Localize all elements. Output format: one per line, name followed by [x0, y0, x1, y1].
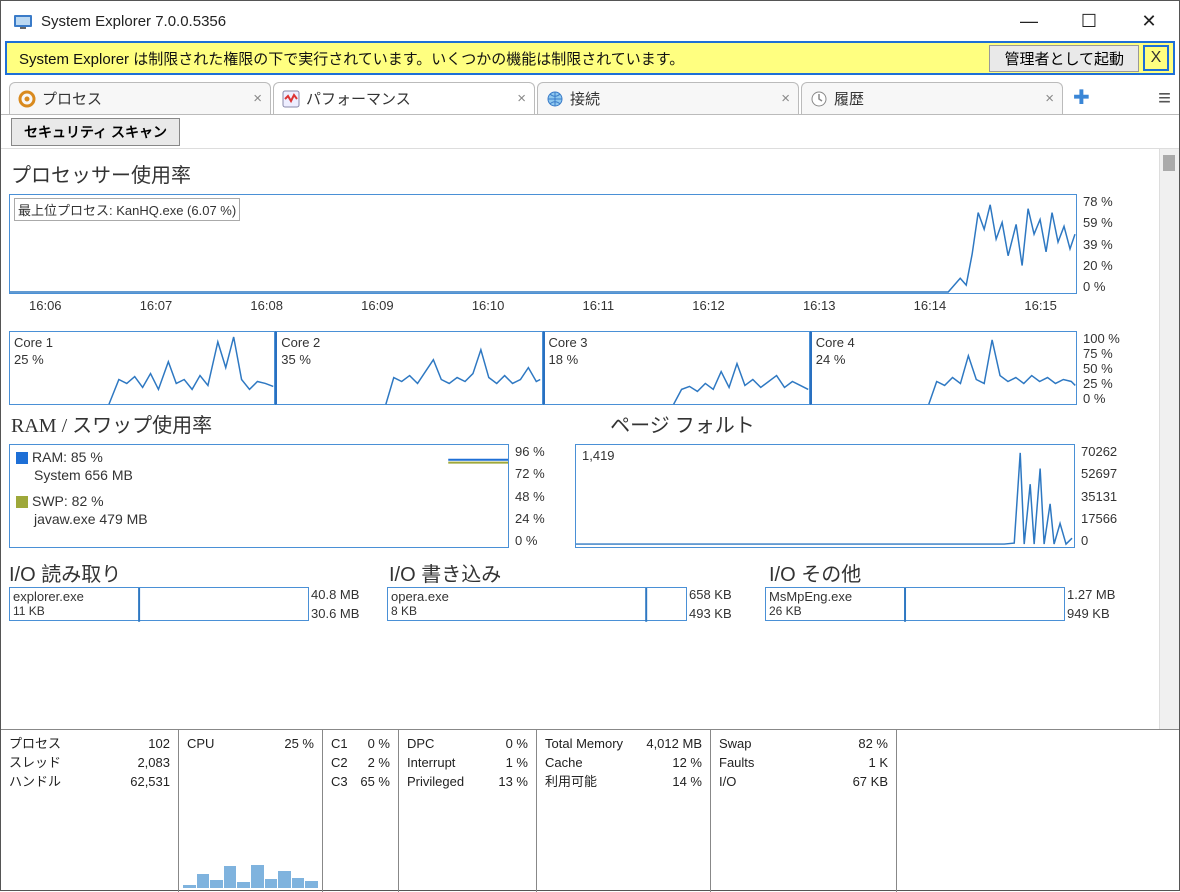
ram-yaxis: 96 %72 %48 %24 %0 % — [509, 444, 559, 548]
tab-label: 履歴 — [834, 88, 864, 109]
cpu-usage-chart[interactable]: 最上位プロセス: KanHQ.exe (6.07 %) — [9, 194, 1077, 294]
banner-close-button[interactable]: X — [1143, 45, 1169, 71]
core1-chart[interactable]: Core 125 % — [9, 331, 275, 405]
performance-panel: プロセッサー使用率 最上位プロセス: KanHQ.exe (6.07 %) 78… — [1, 149, 1179, 729]
security-scan-button[interactable]: セキュリティ スキャン — [11, 118, 180, 146]
cpu-yaxis: 78 % 59 % 39 % 20 % 0 % — [1077, 194, 1132, 294]
ram-swap-chart[interactable]: RAM: 85 % System 656 MB SWP: 82 % javaw.… — [9, 444, 509, 548]
minimize-button[interactable] — [999, 1, 1059, 41]
ram-section-title: RAM / スワップ使用率 — [11, 409, 212, 438]
scroll-thumb[interactable] — [1163, 155, 1175, 171]
io-read-title: I/O 読み取り — [9, 558, 389, 587]
tab-bar: プロセス × パフォーマンス × 接続 × 履歴 × ✚ ≡ — [1, 75, 1179, 115]
tab-processes[interactable]: プロセス × — [9, 82, 271, 114]
window-title: System Explorer 7.0.0.5356 — [41, 13, 226, 30]
core4-chart[interactable]: Core 424 % — [810, 331, 1077, 405]
cpu-section-title: プロセッサー使用率 — [11, 159, 1171, 188]
tab-label: 接続 — [570, 88, 600, 109]
title-bar: System Explorer 7.0.0.5356 — [1, 1, 1179, 41]
status-bar: プロセス102 スレッド2,083 ハンドル62,531 CPU25 % C10… — [1, 729, 1179, 892]
app-icon — [13, 11, 33, 31]
run-as-admin-button[interactable]: 管理者として起動 — [989, 45, 1139, 72]
tab-label: パフォーマンス — [306, 88, 411, 109]
maximize-button[interactable] — [1059, 1, 1119, 41]
limited-privilege-banner: System Explorer は制限された権限の下で実行されています。いくつか… — [5, 41, 1175, 75]
io-other-chart[interactable]: MsMpEng.exe26 KB — [765, 587, 1065, 621]
toolbar: セキュリティ スキャン — [1, 115, 1179, 149]
cpu-sparkbar — [183, 862, 318, 888]
menu-icon[interactable]: ≡ — [1158, 85, 1171, 111]
status-col-swap-io: Swap82 % Faults1 K I/O67 KB — [711, 730, 897, 892]
add-tab-button[interactable]: ✚ — [1073, 85, 1090, 110]
core2-chart[interactable]: Core 235 % — [275, 331, 542, 405]
performance-icon — [282, 90, 300, 108]
clock-icon — [810, 90, 828, 108]
globe-icon — [546, 90, 564, 108]
tab-label: プロセス — [42, 88, 102, 109]
cores-charts: Core 125 % Core 235 % Core 318 % Core 42… — [9, 331, 1077, 405]
core3-chart[interactable]: Core 318 % — [543, 331, 810, 405]
io-other-title: I/O その他 — [769, 558, 861, 587]
gear-icon — [18, 90, 36, 108]
tab-close-icon[interactable]: × — [781, 90, 790, 107]
status-col-processes: プロセス102 スレッド2,083 ハンドル62,531 — [1, 730, 179, 892]
status-col-memory: Total Memory4,012 MB Cache12 % 利用可能14 % — [537, 730, 711, 892]
banner-message: System Explorer は制限された権限の下で実行されています。いくつか… — [19, 48, 684, 69]
cores-yaxis: 100 %75 %50 %25 %0 % — [1077, 331, 1132, 405]
tab-close-icon[interactable]: × — [517, 90, 526, 107]
io-read-chart[interactable]: explorer.exe11 KB — [9, 587, 309, 621]
scrollbar[interactable] — [1159, 149, 1179, 729]
tab-performance[interactable]: パフォーマンス × — [273, 82, 535, 114]
cpu-xaxis: 16:0616:0716:0816:0916:1016:1116:1216:13… — [9, 294, 1077, 313]
tab-close-icon[interactable]: × — [1045, 90, 1054, 107]
status-col-cstates: C10 % C22 % C365 % — [323, 730, 399, 892]
pagefault-chart[interactable]: 1,419 — [575, 444, 1075, 548]
io-write-chart[interactable]: opera.exe8 KB — [387, 587, 687, 621]
tab-close-icon[interactable]: × — [253, 90, 262, 107]
io-write-title: I/O 書き込み — [389, 558, 769, 587]
window-close-button[interactable] — [1119, 1, 1179, 41]
status-col-kernel: DPC0 % Interrupt1 % Privileged13 % — [399, 730, 537, 892]
tab-connections[interactable]: 接続 × — [537, 82, 799, 114]
pagefault-yaxis: 702625269735131175660 — [1075, 444, 1133, 548]
pagefault-section-title: ページ フォルト — [610, 409, 755, 438]
tab-history[interactable]: 履歴 × — [801, 82, 1063, 114]
status-col-cpu: CPU25 % — [179, 730, 323, 892]
